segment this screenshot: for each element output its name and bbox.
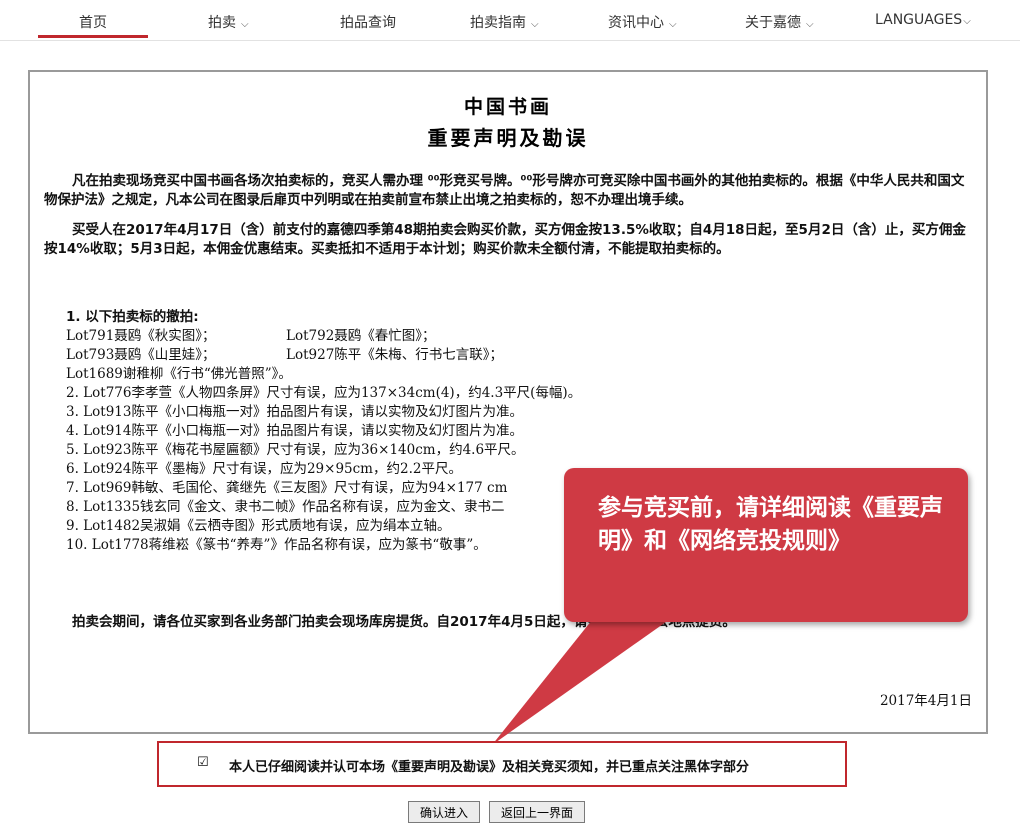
agreement-label: 本人已仔细阅读并认可本场《重要声明及勘误》及相关竞买须知，并已重点关注黑体字部分 bbox=[229, 760, 750, 775]
reminder-callout: 参与竞买前，请详细阅读《重要声明》和《网络竞投规则》 bbox=[564, 468, 968, 622]
back-button[interactable]: 返回上一界面 bbox=[489, 801, 585, 823]
confirm-button[interactable]: 确认进入 bbox=[408, 801, 480, 823]
callout-text: 参与竞买前，请详细阅读《重要声明》和《网络竞投规则》 bbox=[598, 495, 943, 554]
agreement-checkbox[interactable]: ☑ bbox=[197, 755, 209, 770]
agreement-box: ☑ 本人已仔细阅读并认可本场《重要声明及勘误》及相关竞买须知，并已重点关注黑体字… bbox=[157, 741, 847, 787]
callout-pointer bbox=[492, 605, 690, 745]
